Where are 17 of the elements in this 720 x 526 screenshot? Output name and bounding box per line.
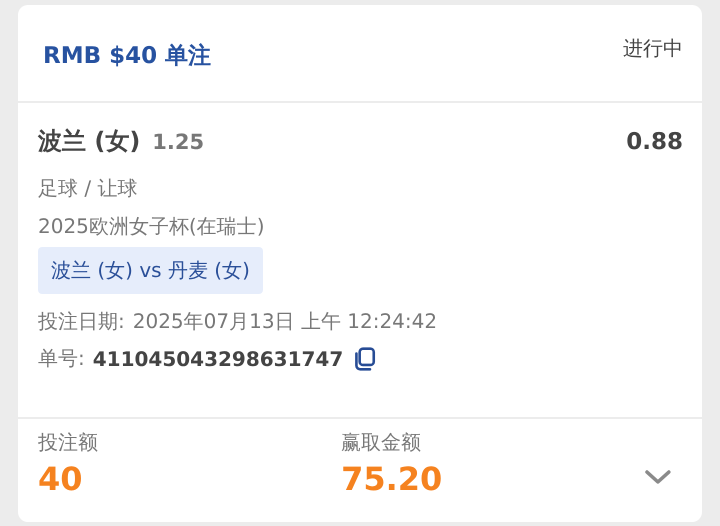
bet-date-value: 2025年07月13日 上午 12:24:42 bbox=[132, 308, 438, 335]
bet-title: RMB $40 单注 bbox=[43, 42, 212, 71]
selection-name: 波兰 (女) bbox=[38, 126, 140, 157]
amount-value: 40 bbox=[38, 460, 84, 498]
handicap-value: 1.25 bbox=[152, 130, 204, 154]
competition-name: 2025欧洲女子杯(在瑞士) bbox=[38, 213, 266, 240]
match-tag: 波兰 (女) vs 丹麦 (女) bbox=[38, 247, 263, 294]
odds-value: 0.88 bbox=[626, 129, 683, 155]
sport-type: 足球 / 让球 bbox=[38, 175, 138, 202]
amount-value: 75.20 bbox=[341, 460, 444, 498]
bet-date-label: 投注日期: bbox=[38, 308, 125, 335]
amount-label: 赢取金额 bbox=[341, 429, 422, 456]
amount-label: 投注额 bbox=[38, 429, 99, 456]
bet-status: 进行中 bbox=[623, 35, 683, 62]
chevron-down-icon[interactable] bbox=[644, 469, 672, 485]
ticket-label: 单号: bbox=[38, 345, 85, 372]
ticket-number: 411045043298631747 bbox=[92, 346, 344, 370]
